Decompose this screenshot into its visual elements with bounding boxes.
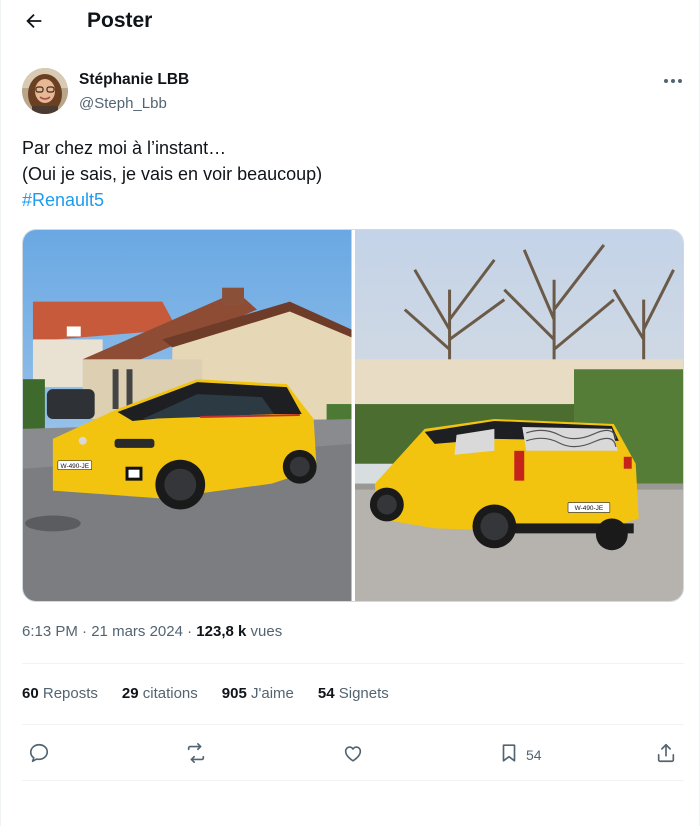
bookmark-count: 54 bbox=[526, 747, 542, 763]
likes-label: J'aime bbox=[250, 685, 294, 702]
action-bar: 54 bbox=[0, 738, 700, 772]
quotes-count: 29 bbox=[121, 685, 139, 702]
meta-separator: · bbox=[82, 623, 88, 640]
media-grid: W-490-JE W-490-JE bbox=[22, 229, 684, 602]
page-title: Poster bbox=[87, 9, 153, 32]
reposts-count: 60 bbox=[22, 685, 39, 702]
quotes-stat[interactable]: 29 citations bbox=[122, 685, 198, 702]
reply-button[interactable] bbox=[28, 738, 50, 772]
reposts-stat[interactable]: 60 Reposts bbox=[22, 685, 98, 702]
author-handle[interactable]: @Steph_Lbb bbox=[79, 95, 167, 112]
bookmark-icon bbox=[498, 742, 520, 769]
page-header: Poster bbox=[0, 0, 700, 46]
quotes-label: citations bbox=[142, 685, 198, 702]
likes-stat[interactable]: 905 J'aime bbox=[222, 685, 294, 702]
photo-rear-view[interactable]: W-490-JE bbox=[354, 230, 683, 601]
likes-count: 905 bbox=[221, 685, 247, 702]
license-plate-text: W-490-JE bbox=[574, 505, 603, 512]
share-icon bbox=[655, 742, 677, 769]
post-text: Par chez moi à l’instant… (Oui je sais, … bbox=[22, 135, 322, 213]
bookmarks-stat[interactable]: 54 Signets bbox=[318, 685, 389, 702]
post-date[interactable]: 21 mars 2024 bbox=[91, 623, 183, 640]
hashtag-link[interactable]: #Renault5 bbox=[22, 187, 322, 213]
avatar[interactable] bbox=[22, 68, 68, 114]
more-horizontal-icon bbox=[663, 71, 683, 89]
engagement-stats: 60 Reposts 29 citations 905 J'aime 54 Si… bbox=[22, 685, 389, 702]
divider bbox=[22, 663, 684, 664]
bookmarks-label: Signets bbox=[338, 685, 389, 702]
meta-separator: · bbox=[187, 623, 193, 640]
divider bbox=[22, 780, 684, 781]
bookmark-button[interactable]: 54 bbox=[498, 738, 542, 772]
share-button[interactable] bbox=[655, 738, 677, 772]
post-text-line: Par chez moi à l’instant… bbox=[22, 138, 227, 158]
divider bbox=[22, 724, 684, 725]
post-text-line: (Oui je sais, je vais en voir beaucoup) bbox=[22, 164, 323, 184]
author-name[interactable]: Stéphanie LBB bbox=[79, 71, 189, 89]
views-label: vues bbox=[250, 623, 283, 640]
license-plate-text: W-490-JE bbox=[60, 463, 89, 470]
bookmarks-count: 54 bbox=[317, 685, 335, 702]
like-button[interactable] bbox=[342, 738, 364, 772]
repost-icon bbox=[185, 742, 207, 769]
heart-icon bbox=[342, 742, 364, 769]
photo-front-view[interactable]: W-490-JE bbox=[23, 230, 352, 601]
post-time[interactable]: 6:13 PM bbox=[22, 623, 78, 640]
reply-icon bbox=[28, 742, 50, 769]
repost-button[interactable] bbox=[185, 738, 207, 772]
more-options-button[interactable] bbox=[658, 68, 688, 92]
reposts-label: Reposts bbox=[42, 685, 98, 702]
views-count: 123,8 k bbox=[196, 623, 247, 640]
arrow-left-icon bbox=[23, 10, 45, 37]
post-meta: 6:13 PM · 21 mars 2024 · 123,8 k vues bbox=[22, 623, 282, 640]
back-button[interactable] bbox=[18, 7, 50, 39]
